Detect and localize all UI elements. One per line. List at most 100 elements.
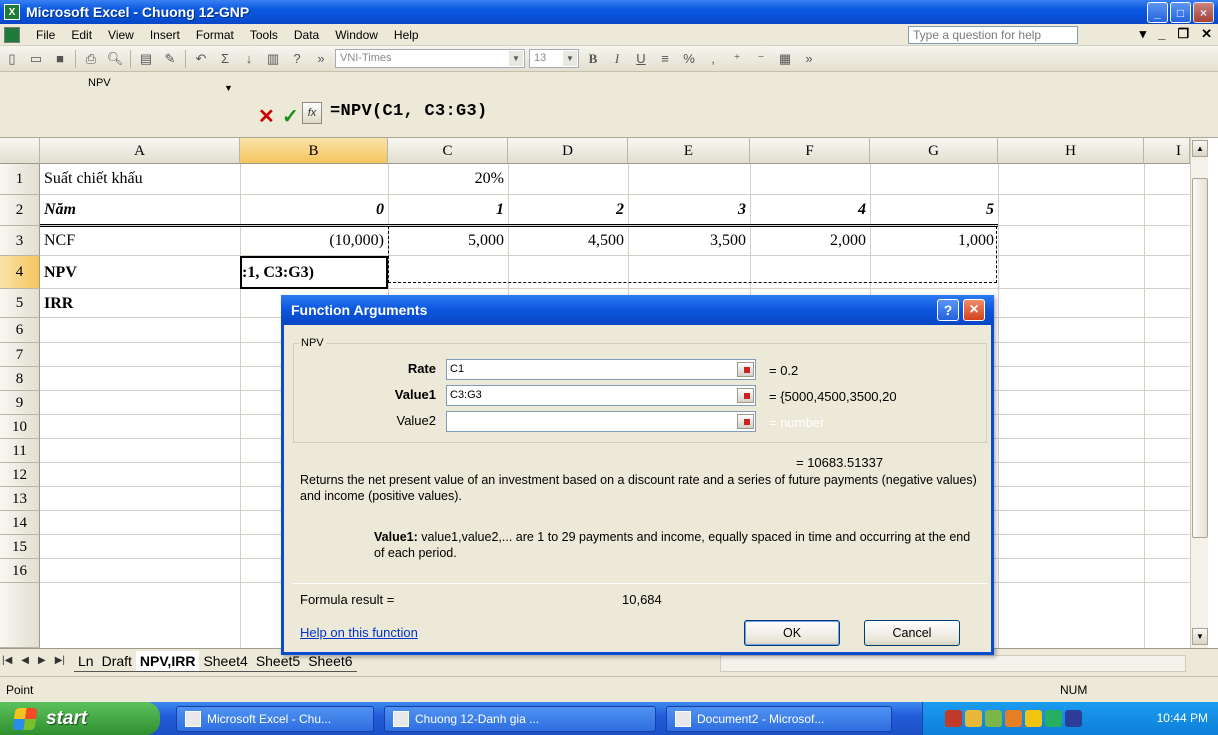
row-header-1[interactable]: 1 xyxy=(0,164,40,195)
taskbar-item-word-chuong12[interactable]: Chuong 12-Danh gia ... xyxy=(384,706,656,732)
increase-decimal-icon[interactable]: ⁺ xyxy=(728,50,746,68)
cell-b4[interactable]: :1, C3:G3) xyxy=(240,256,388,289)
scroll-up-icon[interactable]: ▲ xyxy=(1192,140,1208,157)
print-icon[interactable]: ⎙ xyxy=(82,50,100,68)
enter-entry-icon[interactable]: ✓ xyxy=(282,104,299,129)
menu-file[interactable]: File xyxy=(28,28,63,42)
rate-input[interactable]: C1 xyxy=(446,359,756,380)
cell-b3[interactable]: (10,000) xyxy=(240,227,388,255)
row-header-5[interactable]: 5 xyxy=(0,289,40,318)
doc-minimize-icon-2[interactable]: _ xyxy=(1158,26,1165,42)
paste-icon[interactable]: ▤ xyxy=(137,50,155,68)
format-painter-icon[interactable]: ✎ xyxy=(161,50,179,68)
decrease-decimal-icon[interactable]: ⁻ xyxy=(752,50,770,68)
row-header-2[interactable]: 2 xyxy=(0,195,40,226)
row-header-13[interactable]: 13 xyxy=(0,487,40,511)
bold-button[interactable]: B xyxy=(584,50,602,68)
prev-sheet-icon[interactable]: ◀ xyxy=(21,655,29,666)
question-help-box[interactable]: Type a question for help xyxy=(908,26,1078,44)
menu-window[interactable]: Window xyxy=(327,28,386,42)
vertical-scrollbar[interactable]: ▲ ▼ xyxy=(1190,138,1208,648)
column-header-h[interactable]: H xyxy=(998,138,1144,164)
menu-edit[interactable]: Edit xyxy=(63,28,100,42)
value2-input[interactable] xyxy=(446,411,756,432)
workbook-icon[interactable] xyxy=(4,26,20,43)
tray-icon-5[interactable] xyxy=(1025,710,1042,727)
start-button[interactable]: start xyxy=(0,702,160,735)
toolbar-options-icon[interactable]: » xyxy=(312,50,330,68)
doc-minimize-icon[interactable]: ▾ xyxy=(1140,26,1147,42)
select-all-corner[interactable] xyxy=(0,138,40,164)
scroll-thumb[interactable] xyxy=(1192,178,1208,538)
dialog-close-button[interactable]: × xyxy=(963,299,985,321)
tray-icon-4[interactable] xyxy=(1005,710,1022,727)
cell-c2[interactable]: 1 xyxy=(388,195,508,225)
column-header-b[interactable]: B xyxy=(240,138,388,164)
tab-sheet4[interactable]: Sheet4 xyxy=(199,651,252,672)
help-on-function-link[interactable]: Help on this function xyxy=(300,625,418,640)
print-preview-icon[interactable]: 🔍︎ xyxy=(106,50,124,68)
cell-c1[interactable]: 20% xyxy=(388,164,508,194)
italic-button[interactable]: I xyxy=(608,50,626,68)
tray-icon-3[interactable] xyxy=(985,710,1002,727)
insert-function-button[interactable]: fx xyxy=(302,102,322,124)
cell-a4[interactable]: NPV xyxy=(40,256,240,289)
save-icon[interactable]: ■ xyxy=(51,50,69,68)
excel-app-icon[interactable]: X xyxy=(4,4,20,20)
column-header-f[interactable]: F xyxy=(750,138,870,164)
chevron-down-icon[interactable]: ▼ xyxy=(509,51,523,66)
tray-icon-7[interactable] xyxy=(1065,710,1082,727)
last-sheet-icon[interactable]: ▶| xyxy=(55,655,65,666)
menu-format[interactable]: Format xyxy=(188,28,242,42)
column-header-d[interactable]: D xyxy=(508,138,628,164)
tray-icon-6[interactable] xyxy=(1045,710,1062,727)
doc-restore-icon[interactable]: ❐ xyxy=(1177,26,1189,42)
cancel-entry-icon[interactable]: ✕ xyxy=(258,104,275,129)
align-center-icon[interactable]: ≡ xyxy=(656,50,674,68)
row-header-11[interactable]: 11 xyxy=(0,439,40,463)
tab-draft[interactable]: Draft xyxy=(97,651,136,672)
ok-button[interactable]: OK xyxy=(744,620,840,646)
underline-button[interactable]: U xyxy=(632,50,650,68)
row-header-8[interactable]: 8 xyxy=(0,367,40,391)
row-header-15[interactable]: 15 xyxy=(0,535,40,559)
collapse-dialog-icon[interactable] xyxy=(737,414,754,429)
row-header-14[interactable]: 14 xyxy=(0,511,40,535)
tab-npv-irr[interactable]: NPV,IRR xyxy=(135,651,200,672)
column-header-i[interactable]: I xyxy=(1144,138,1190,164)
menu-insert[interactable]: Insert xyxy=(142,28,188,42)
font-combo[interactable]: VNI-Times ▼ xyxy=(335,49,525,68)
chevron-down-icon[interactable]: ▼ xyxy=(224,83,233,93)
tab-ln[interactable]: Ln xyxy=(74,651,98,672)
font-size-combo[interactable]: 13 ▼ xyxy=(529,49,579,68)
row-header-10[interactable]: 10 xyxy=(0,415,40,439)
tray-icon-2[interactable] xyxy=(965,710,982,727)
row-header-3[interactable]: 3 xyxy=(0,226,40,256)
row-header-16[interactable]: 16 xyxy=(0,559,40,583)
column-header-c[interactable]: C xyxy=(388,138,508,164)
first-sheet-icon[interactable]: |◀ xyxy=(2,655,12,666)
help-icon[interactable]: ? xyxy=(288,50,306,68)
toolbar-options-icon-2[interactable]: » xyxy=(800,50,818,68)
horizontal-scrollbar[interactable] xyxy=(720,655,1186,672)
next-sheet-icon[interactable]: ▶ xyxy=(38,655,46,666)
cell-a1[interactable]: Suất chiết khấu xyxy=(40,164,240,194)
cell-a3[interactable]: NCF xyxy=(40,227,240,255)
cell-a2[interactable]: Năm xyxy=(40,195,240,225)
row-header-12[interactable]: 12 xyxy=(0,463,40,487)
cell-f2[interactable]: 4 xyxy=(750,195,870,225)
chart-wizard-icon[interactable]: ▥ xyxy=(264,50,282,68)
collapse-dialog-icon[interactable] xyxy=(737,362,754,377)
undo-icon[interactable]: ↶ xyxy=(192,50,210,68)
column-header-g[interactable]: G xyxy=(870,138,998,164)
borders-icon[interactable]: ▦ xyxy=(776,50,794,68)
name-box[interactable]: NPV ▼ xyxy=(4,74,233,96)
new-icon[interactable]: ▯ xyxy=(3,50,21,68)
formula-input[interactable]: =NPV(C1, C3:G3) xyxy=(330,102,488,121)
row-header-17[interactable] xyxy=(0,583,40,648)
scroll-down-icon[interactable]: ▼ xyxy=(1192,628,1208,645)
row-header-6[interactable]: 6 xyxy=(0,318,40,343)
row-header-4[interactable]: 4 xyxy=(0,256,40,289)
cell-g2[interactable]: 5 xyxy=(870,195,998,225)
sort-ascending-icon[interactable]: ↓ xyxy=(240,50,258,68)
